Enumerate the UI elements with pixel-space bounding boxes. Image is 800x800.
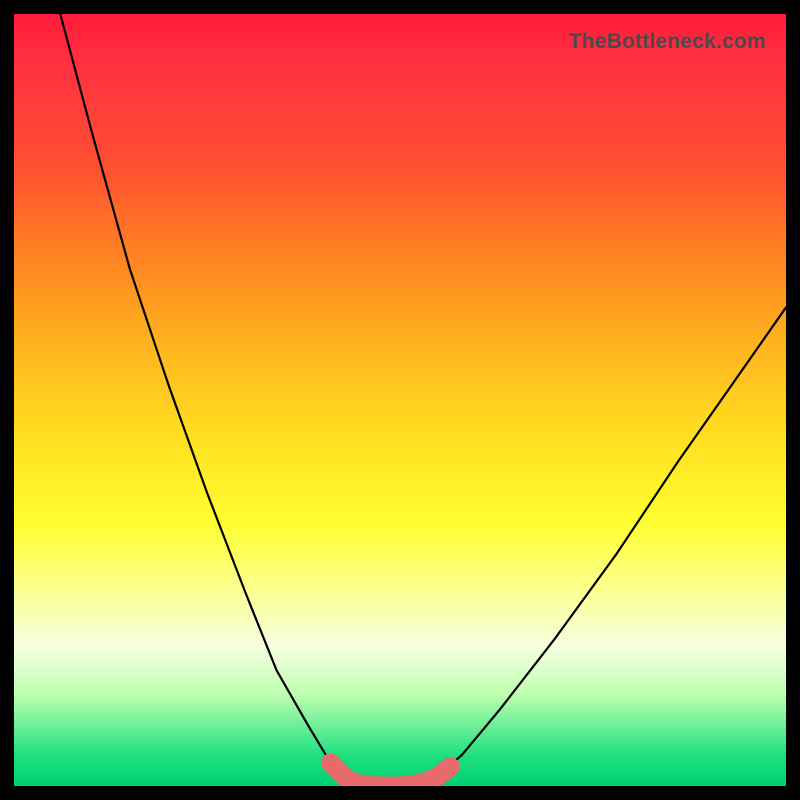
chart-plot-area: TheBottleneck.com: [14, 14, 786, 786]
chart-frame: TheBottleneck.com: [0, 0, 800, 800]
highlight-region: [331, 763, 451, 786]
chart-svg: [14, 14, 786, 786]
bottleneck-curve: [60, 14, 786, 786]
